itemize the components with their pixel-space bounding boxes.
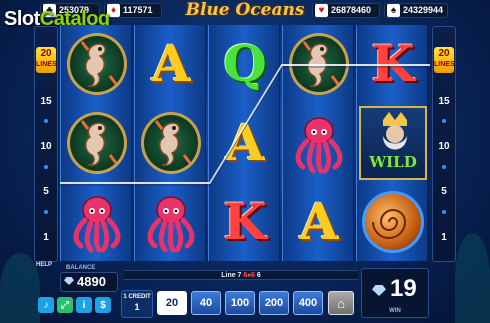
balance-value: 4890 — [77, 274, 106, 289]
home-button[interactable]: ⌂ — [328, 291, 354, 315]
info-symbol: 6♠6 — [243, 272, 255, 279]
cashier-button[interactable]: $ — [95, 297, 111, 313]
bet-button[interactable]: 40 — [191, 291, 221, 315]
lines-label: LINES — [36, 61, 57, 68]
lines-count: 20 — [438, 48, 450, 59]
credit-value: 1 — [134, 302, 140, 312]
bet-button[interactable]: 400 — [293, 291, 323, 315]
balance-display: 4890 — [60, 272, 118, 292]
line-dot — [44, 119, 48, 123]
gem-icon — [64, 277, 74, 285]
reel-cell: K — [209, 183, 281, 261]
win-label: WIN — [389, 308, 401, 314]
reel-cell: Q — [209, 25, 281, 103]
seahorse-icon — [67, 33, 127, 95]
line-number[interactable]: 15 — [35, 96, 57, 107]
seahorse-icon — [67, 112, 127, 174]
win-info-bar: Line 7 6♠6 6 — [124, 270, 358, 280]
line-number[interactable]: 15 — [433, 96, 455, 107]
jackpot-value: 26878460 — [331, 5, 372, 15]
info-button[interactable]: i — [76, 297, 92, 313]
sound-button[interactable]: ♪ — [38, 297, 54, 313]
reel-cell — [135, 183, 207, 261]
hearts-icon: ♥ — [315, 4, 328, 17]
line-number[interactable]: 1 — [433, 232, 455, 243]
jackpot-hearts: ♥ 26878460 — [312, 3, 380, 18]
reel — [60, 25, 132, 261]
symbol-q: Q — [223, 34, 267, 93]
spades-icon: ♠ — [387, 4, 400, 17]
reel-cell — [61, 183, 133, 261]
reel-cell: A — [283, 183, 355, 261]
bet-button[interactable]: 20 — [157, 291, 187, 315]
symbol-a: A — [151, 34, 191, 93]
left-lines-column: 20 LINES 15 10 5 1 — [34, 26, 58, 262]
credit-label: 1 CREDIT — [123, 294, 151, 300]
reel: A — [282, 25, 354, 261]
reel-cell — [61, 25, 133, 103]
reel-area: K WILD A Q A K A — [60, 25, 430, 261]
fullscreen-button[interactable]: ⤢ — [57, 297, 73, 313]
balance-label: BALANCE — [66, 265, 96, 271]
reel: K WILD — [356, 25, 428, 261]
reel-cell — [283, 25, 355, 103]
line-number[interactable]: 1 — [35, 232, 57, 243]
octopus-icon — [287, 111, 351, 175]
line-dot — [442, 210, 446, 214]
reel-cell: WILD — [357, 104, 429, 182]
line-number[interactable]: 10 — [35, 141, 57, 152]
line-dot — [44, 165, 48, 169]
octopus-icon — [139, 190, 203, 254]
game-title: Blue Oceans — [185, 0, 305, 20]
lines-count: 20 — [40, 48, 52, 59]
lines-badge[interactable]: 20 LINES — [36, 47, 57, 73]
credit-selector[interactable]: 1 CREDIT 1 — [121, 290, 153, 318]
jackpot-diamonds: ♦ 117571 — [104, 3, 162, 18]
jackpot-value: 117571 — [123, 5, 153, 15]
reel-cell: A — [135, 25, 207, 103]
lines-label: LINES — [434, 61, 455, 68]
wild-label: WILD — [369, 153, 417, 171]
nautilus-shell-icon — [362, 191, 424, 253]
reel-cell — [357, 183, 429, 261]
right-lines-column: 20 LINES 15 10 5 1 — [432, 26, 456, 262]
win-value: 19 — [390, 275, 417, 302]
reel: QAK — [208, 25, 280, 261]
line-dot — [442, 119, 446, 123]
bet-button[interactable]: 100 — [225, 291, 255, 315]
game-screen: ♣ 253079 ♦ 117571 Blue Oceans ♥ 26878460… — [0, 0, 490, 323]
gem-icon — [372, 285, 386, 296]
line-dot — [44, 210, 48, 214]
reel-cell — [283, 104, 355, 182]
bet-button[interactable]: 200 — [259, 291, 289, 315]
reel-cell — [61, 104, 133, 182]
line-number[interactable]: 5 — [433, 186, 455, 197]
line-number[interactable]: 10 — [433, 141, 455, 152]
seahorse-icon — [289, 33, 349, 95]
wild-symbol: WILD — [359, 106, 427, 180]
win-display: 19 WIN — [361, 268, 429, 318]
reel-cell: A — [209, 104, 281, 182]
symbol-k: K — [371, 34, 415, 93]
line-dot — [442, 165, 446, 169]
reel-cell: K — [357, 25, 429, 103]
jackpot-spades: ♠ 24329944 — [384, 3, 448, 18]
symbol-a: A — [225, 113, 265, 172]
lines-badge[interactable]: 20 LINES — [434, 47, 455, 73]
line-number[interactable]: 5 — [35, 186, 57, 197]
jackpot-value: 24329944 — [403, 5, 444, 15]
reel-cell — [135, 104, 207, 182]
reel: A — [134, 25, 206, 261]
seahorse-icon — [141, 112, 201, 174]
info-line: Line 7 — [221, 272, 242, 279]
info-count: 6 — [256, 272, 261, 279]
symbol-k: K — [223, 192, 267, 251]
symbol-a: A — [299, 192, 339, 251]
octopus-icon — [65, 190, 129, 254]
